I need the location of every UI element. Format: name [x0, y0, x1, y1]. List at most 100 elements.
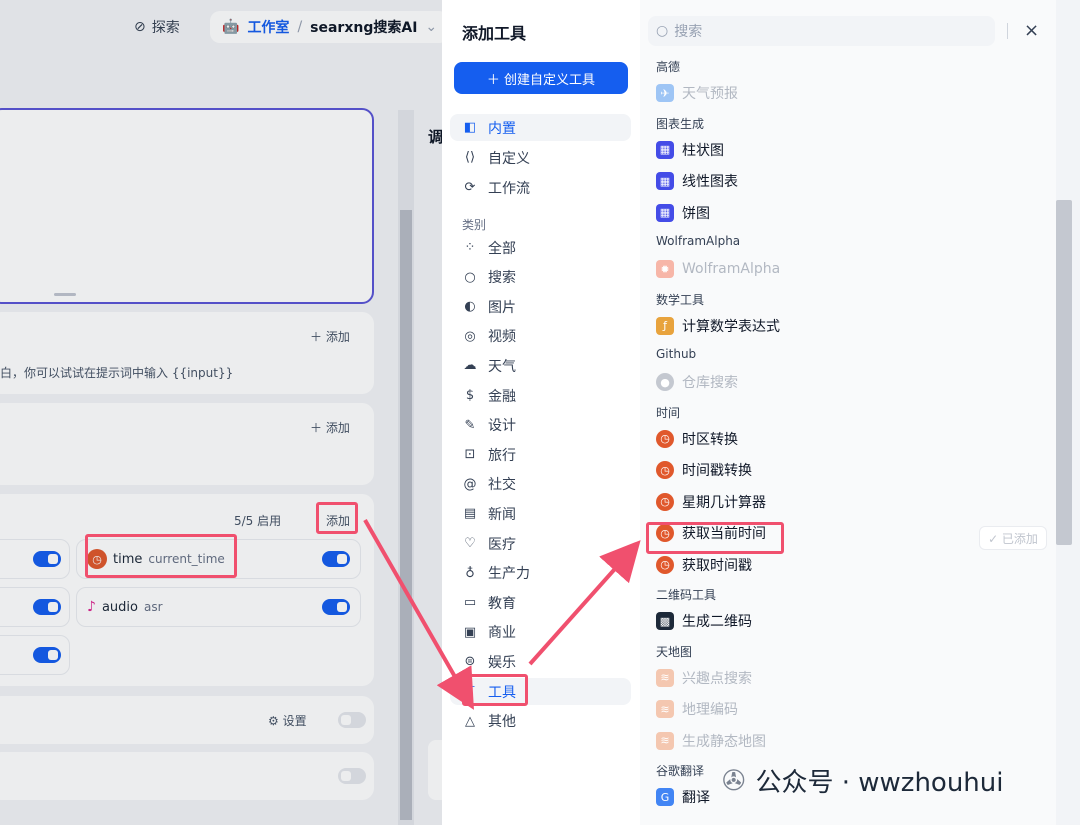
tool-icon: G: [656, 788, 674, 806]
tool-list-scrollbar[interactable]: [1056, 0, 1080, 825]
category-label: 天气: [488, 358, 516, 375]
modal-overlay[interactable]: [0, 0, 442, 825]
tool-item[interactable]: ≋ 兴趣点搜索: [656, 666, 752, 690]
category-item-10[interactable]: ♡ 医疗: [450, 530, 631, 557]
tool-group-label: Github: [656, 347, 697, 361]
tool-icon: ◷: [656, 429, 674, 448]
nav-item-0[interactable]: ◧ 内置: [450, 114, 631, 141]
tool-item[interactable]: ✈ 天气预报: [656, 81, 738, 105]
tool-icon: ◷: [656, 461, 674, 479]
tool-item-label: 仓库搜索: [682, 375, 738, 391]
tool-icon: ƒ: [656, 316, 674, 335]
category-item-8[interactable]: @ 社交: [450, 471, 631, 498]
tool-item[interactable]: ≋ 地理编码: [656, 697, 738, 721]
tool-item-label: 生成二维码: [682, 614, 752, 630]
highlight-box-tools-category: [462, 674, 528, 706]
category-icon: @: [463, 476, 477, 492]
tool-icon: ▦: [656, 172, 674, 190]
nav-item-2[interactable]: ⟳ 工作流: [450, 174, 631, 201]
tool-icon: ✈: [656, 84, 674, 102]
category-item-4[interactable]: ☁ 天气: [450, 352, 631, 379]
category-label: 图片: [488, 299, 516, 316]
category-icon: ▭: [463, 595, 477, 611]
tool-item-label: 获取时间戳: [682, 557, 752, 574]
category-label: 设计: [488, 418, 516, 435]
highlight-box-time-tool: [85, 534, 237, 578]
category-icon: ⊜: [464, 654, 476, 670]
tool-item[interactable]: ✹ WolframAlpha: [656, 257, 780, 281]
category-section-label: 类别: [462, 218, 487, 232]
tool-group-label: 数学工具: [656, 292, 705, 307]
category-icon: ♡: [464, 536, 476, 551]
category-icon: $: [465, 388, 475, 403]
tool-group-label: 图表生成: [656, 116, 705, 131]
nav-label: 内置: [488, 120, 516, 137]
category-icon: ▤: [463, 506, 477, 522]
wechat-icon: ✇: [722, 764, 746, 797]
tool-item[interactable]: ◷ 星期几计算器: [656, 490, 766, 514]
nav-icon: ⟨⟩: [464, 150, 476, 165]
tool-icon: ✹: [656, 260, 674, 278]
scrollbar-thumb[interactable]: [1056, 200, 1072, 545]
tool-item-label: 时区转换: [682, 431, 738, 448]
tool-item[interactable]: ▦ 柱状图: [656, 138, 724, 162]
category-label: 搜索: [488, 270, 516, 287]
tool-icon: ●: [656, 373, 674, 391]
category-icon: ⊡: [464, 447, 476, 463]
category-item-1[interactable]: ○ 搜索: [450, 264, 631, 291]
category-label: 医疗: [488, 536, 516, 553]
tool-group-label: 谷歌翻译: [656, 764, 705, 778]
tool-item[interactable]: G 翻译: [656, 785, 710, 809]
tool-item[interactable]: ◷ 时间戳转换: [656, 458, 752, 482]
tool-item-label: 时间戳转换: [682, 463, 752, 479]
nav-label: 工作流: [488, 180, 530, 197]
category-item-12[interactable]: ▭ 教育: [450, 589, 631, 616]
category-item-14[interactable]: ⊜ 娱乐: [450, 648, 631, 675]
tool-item[interactable]: ≋ 生成静态地图: [656, 729, 766, 753]
search-placeholder: 搜索: [674, 24, 703, 40]
nav-label: 自定义: [488, 150, 530, 167]
category-item-11[interactable]: ♁ 生产力: [450, 560, 631, 587]
tool-item[interactable]: ◷ 时区转换: [656, 427, 738, 451]
tool-item[interactable]: ▩ 生成二维码: [656, 609, 752, 633]
category-item-7[interactable]: ⊡ 旅行: [450, 441, 631, 468]
category-label: 娱乐: [488, 654, 516, 671]
category-item-6[interactable]: ✎ 设计: [450, 412, 631, 439]
category-item-9[interactable]: ▤ 新闻: [450, 500, 631, 527]
category-item-16[interactable]: △ 其他: [450, 708, 631, 735]
tool-group-label: 高德: [656, 60, 681, 74]
tool-item[interactable]: ▦ 线性图表: [656, 169, 738, 193]
tool-group-label: 天地图: [656, 644, 693, 659]
category-item-5[interactable]: $ 金融: [450, 382, 631, 409]
search-input[interactable]: ○ 搜索: [648, 16, 995, 46]
category-item-0[interactable]: ⁘ 全部: [450, 234, 631, 261]
category-label: 旅行: [488, 447, 516, 464]
highlight-box-get-current-time: [646, 522, 784, 554]
tool-item[interactable]: ● 仓库搜索: [656, 370, 738, 394]
tool-item-label: 星期几计算器: [682, 494, 766, 511]
close-icon[interactable]: ×: [1024, 20, 1039, 41]
nav-item-1[interactable]: ⟨⟩ 自定义: [450, 144, 631, 171]
tool-item[interactable]: ▦ 饼图: [656, 201, 710, 225]
tool-icon: ≋: [656, 700, 674, 718]
tool-item-label: 饼图: [682, 205, 710, 222]
create-custom-tool-button[interactable]: ＋ 创建自定义工具: [454, 62, 628, 94]
category-item-2[interactable]: ◐ 图片: [450, 293, 631, 320]
category-label: 其他: [488, 714, 516, 731]
category-icon: ◐: [464, 299, 476, 315]
category-item-13[interactable]: ▣ 商业: [450, 619, 631, 646]
search-icon: ○: [656, 23, 669, 39]
category-icon: ◎: [464, 328, 476, 344]
tool-item[interactable]: ƒ 计算数学表达式: [656, 314, 780, 338]
tool-item-label: 天气预报: [682, 86, 738, 102]
drawer-title: 添加工具: [462, 24, 527, 43]
category-item-3[interactable]: ◎ 视频: [450, 323, 631, 350]
tool-item[interactable]: ◷ 获取时间戳: [656, 553, 752, 577]
tool-group-label: 时间: [656, 405, 681, 420]
watermark-text: 公众号 · wwzhouhui: [755, 768, 1004, 798]
tool-item-label: 地理编码: [682, 702, 738, 718]
tool-item-label: 计算数学表达式: [682, 318, 780, 335]
tool-group-label: 二维码工具: [656, 588, 717, 602]
category-label: 商业: [488, 625, 516, 642]
tool-icon: ◷: [656, 555, 674, 574]
